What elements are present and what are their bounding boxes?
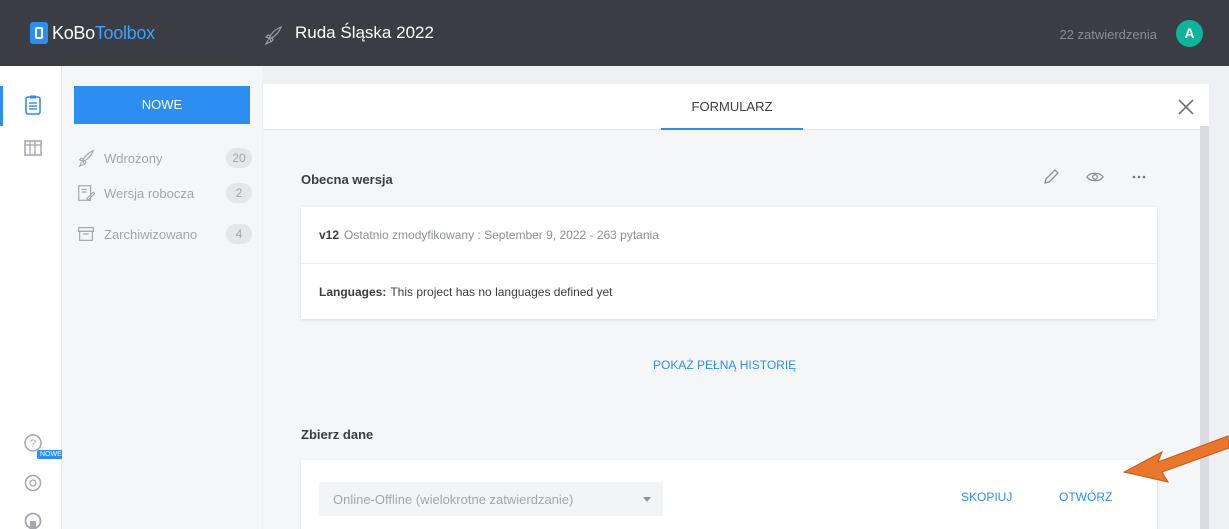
draft-icon: [78, 185, 96, 201]
support-icon[interactable]: [22, 472, 44, 494]
sidebar: NOWE Wdrożony 20 Wersja robocza 2 Zarchi…: [62, 66, 262, 529]
sidebar-item-draft[interactable]: Wersja robocza 2: [76, 180, 252, 206]
rocket-icon: [78, 149, 95, 168]
collection-method-value: Online-Offline (wielokrotne zatwierdzani…: [333, 491, 574, 507]
user-avatar[interactable]: A: [1176, 20, 1203, 47]
sidebar-item-count: 2: [226, 183, 252, 203]
project-title: Ruda Śląska 2022: [295, 23, 434, 42]
svg-text:?: ?: [30, 438, 36, 450]
languages-text: This project has no languages defined ye…: [390, 284, 613, 299]
preview-eye-icon[interactable]: [1085, 167, 1105, 187]
annotation-arrow-icon: [1122, 435, 1229, 483]
open-button[interactable]: OTWÓRZ: [1059, 490, 1112, 504]
icon-rail: ?: [0, 66, 62, 529]
languages-row: Languages: This project has no languages…: [301, 263, 1157, 319]
current-version-card: v12 Ostatnio zmodyfikowany : September 9…: [301, 207, 1157, 319]
projects-icon[interactable]: [22, 94, 44, 116]
new-project-button[interactable]: NOWE: [74, 86, 250, 124]
edit-pencil-icon[interactable]: [1041, 167, 1061, 187]
tab-bar: FORMULARZ: [263, 84, 1209, 130]
chevron-down-icon: [643, 497, 651, 502]
more-options-icon[interactable]: [1129, 167, 1149, 187]
collection-method-select[interactable]: Online-Offline (wielokrotne zatwierdzani…: [319, 482, 663, 516]
sidebar-item-deployed[interactable]: Wdrożony 20: [76, 145, 252, 171]
logo-mark-icon: [30, 22, 48, 44]
tab-form[interactable]: FORMULARZ: [661, 84, 803, 130]
library-icon[interactable]: [22, 136, 44, 158]
sidebar-item-archived[interactable]: Zarchiwizowano 4: [76, 221, 252, 247]
main-panel: FORMULARZ Obecna wersja v12 Ostatnio zmo…: [263, 84, 1209, 529]
version-modified-text: Ostatnio zmodyfikowany : September 9, 20…: [344, 228, 659, 242]
version-number: v12: [319, 228, 340, 242]
submissions-count: 22 zatwierdzenia: [1059, 27, 1157, 42]
sidebar-item-count: 4: [226, 224, 252, 244]
collect-data-title: Zbierz dane: [301, 427, 374, 442]
archive-icon: [78, 227, 94, 241]
sidebar-item-label: Zarchiwizowano: [104, 226, 198, 242]
kobotoolbox-logo[interactable]: KoBo Toolbox: [30, 22, 155, 44]
sidebar-item-label: Wersja robocza: [104, 185, 195, 201]
top-bar: KoBo Toolbox Ruda Śląska 2022 22 zatwierd…: [0, 0, 1229, 66]
close-icon[interactable]: [1175, 96, 1197, 118]
new-badge: NOWE: [37, 450, 65, 459]
collect-data-card: Online-Offline (wielokrotne zatwierdzani…: [301, 460, 1157, 529]
rail-active-indicator: [0, 86, 3, 126]
logo-kobo-text: KoBo: [52, 22, 95, 43]
sidebar-item-label: Wdrożony: [104, 150, 163, 166]
sidebar-item-count: 20: [226, 148, 252, 168]
rocket-icon: [264, 25, 283, 46]
copy-button[interactable]: SKOPIUJ: [961, 490, 1012, 504]
languages-label: Languages:: [319, 284, 387, 299]
logo-toolbox-text: Toolbox: [94, 22, 155, 43]
current-version-title: Obecna wersja: [301, 172, 393, 187]
github-icon[interactable]: [22, 510, 44, 529]
show-full-history-link[interactable]: POKAŻ PEŁNĄ HISTORIĘ: [653, 358, 796, 372]
version-row: v12 Ostatnio zmodyfikowany : September 9…: [301, 207, 1157, 263]
